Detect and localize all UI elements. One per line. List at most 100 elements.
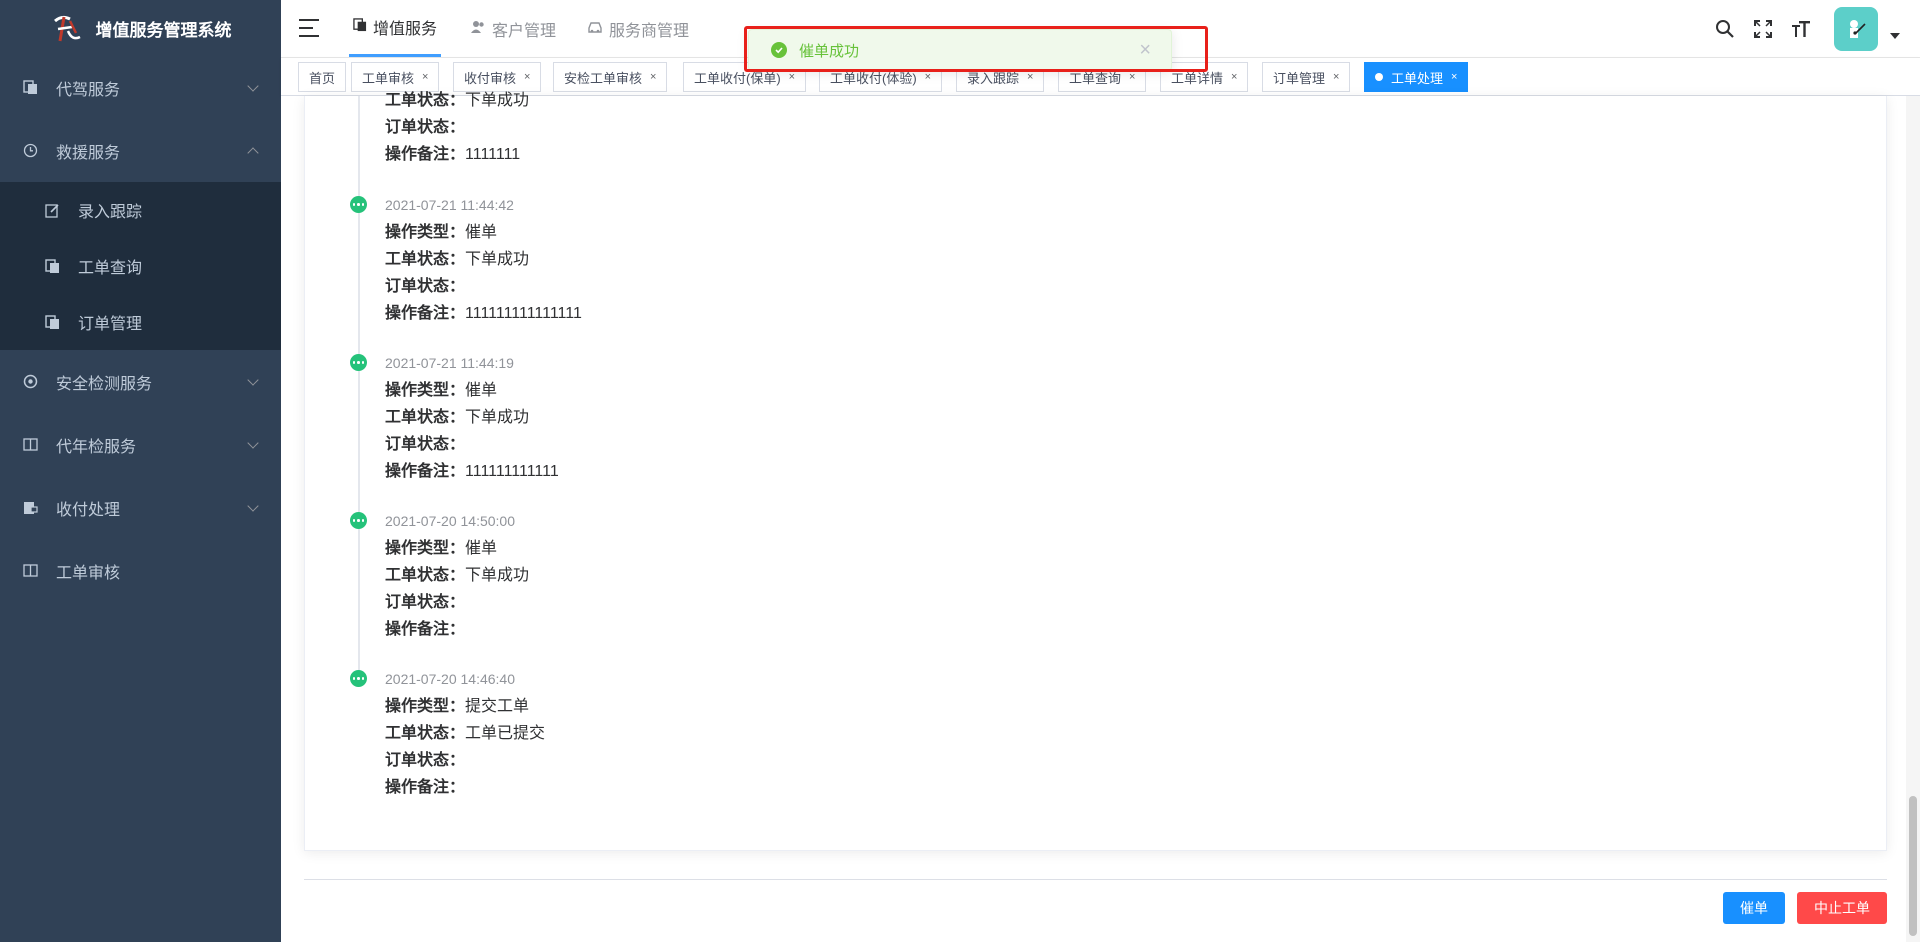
top-tab-label: 服务商管理: [609, 23, 690, 40]
submenu-item-gongdan-query[interactable]: 工单查询: [0, 238, 281, 294]
tag-anjian-shenhe[interactable]: 安检工单审核 ×: [553, 62, 668, 92]
tag-label: 工单审核: [362, 70, 415, 86]
timestamp: 2021-07-20 14:50:00: [385, 513, 515, 529]
order-status-row: 订单状态：: [385, 752, 466, 769]
timestamp: 2021-07-21 11:44:19: [385, 355, 514, 371]
annotation-highlight-box: [744, 26, 1208, 72]
op-type-row: 操作类型：催单: [385, 382, 498, 399]
submenu-item-order-manage[interactable]: 订单管理: [0, 294, 281, 350]
timeline-card: 工单状态：下单成功 订单状态： 操作备注：1111111 2021-07-21 …: [304, 92, 1887, 851]
submenu-item-label: 录入跟踪: [78, 204, 143, 221]
tag-order-manage[interactable]: 订单管理 ×: [1262, 62, 1351, 92]
sidebar-item-label: 工单审核: [56, 564, 121, 582]
app-title: 增值服务管理系统: [95, 20, 232, 40]
remark-row: 操作备注：111111111111: [385, 463, 559, 480]
sidebar-item-jiuyuan[interactable]: 救援服务: [0, 119, 281, 182]
chevron-down-icon: [247, 80, 259, 92]
sidebar-item-label: 收付处理: [56, 501, 121, 519]
scrollbar[interactable]: [1906, 96, 1920, 942]
ticket-status-row: 工单状态：下单成功: [385, 409, 530, 426]
tag-label: 收付审核: [464, 70, 517, 86]
chevron-down-icon: [247, 437, 259, 449]
submenu-item-luru[interactable]: 录入跟踪: [0, 182, 281, 238]
timeline-line: [358, 96, 360, 681]
main-content: 工单状态：下单成功 订单状态： 操作备注：1111111 2021-07-21 …: [281, 92, 1920, 942]
active-dot-icon: [1375, 73, 1383, 81]
top-tab-zengzhi[interactable]: 增值服务: [349, 0, 442, 57]
tag-gongdan-shenhe[interactable]: 工单审核 ×: [351, 62, 440, 92]
sidebar-item-label: 救援服务: [56, 144, 121, 162]
timestamp: 2021-07-21 11:44:42: [385, 197, 514, 213]
car-icon: [587, 20, 603, 39]
tag-gongdan-chuli[interactable]: 工单处理 ×: [1364, 62, 1469, 92]
fullscreen-icon[interactable]: [1744, 0, 1782, 58]
navbar-right: [1706, 0, 1920, 58]
sidebar-item-label: 代驾服务: [56, 81, 121, 99]
close-icon[interactable]: ×: [524, 71, 530, 83]
hamburger-icon[interactable]: [299, 19, 319, 37]
close-icon[interactable]: ×: [1451, 71, 1457, 83]
more-dots-icon: [350, 670, 367, 687]
sidebar-item-shoufu[interactable]: 收付处理: [0, 476, 281, 539]
font-size-icon[interactable]: [1782, 0, 1820, 58]
book-icon: [22, 437, 38, 453]
urge-button[interactable]: 催单: [1723, 892, 1785, 924]
timestamp: 2021-07-20 14:46:40: [385, 671, 515, 687]
more-dots-icon: [350, 354, 367, 371]
clock-icon: [22, 143, 38, 159]
submenu-item-label: 工单查询: [78, 260, 143, 277]
top-tab-provider[interactable]: 服务商管理: [587, 0, 689, 58]
order-status-row: 订单状态：: [385, 278, 466, 295]
close-icon[interactable]: ×: [1129, 71, 1135, 83]
footer-divider: [304, 879, 1887, 880]
remark-row: 操作备注：111111111111111: [385, 305, 582, 322]
caret-down-icon[interactable]: [1890, 33, 1900, 39]
copy-icon: [44, 258, 60, 274]
order-status-row: 订单状态：: [385, 594, 466, 611]
search-icon[interactable]: [1706, 0, 1744, 58]
tag-shoufu-shenhe[interactable]: 收付审核 ×: [453, 62, 542, 92]
close-icon[interactable]: ×: [1333, 71, 1339, 83]
tag-label: 首页: [309, 70, 336, 86]
chevron-down-icon: [247, 500, 259, 512]
logo-icon: [53, 15, 81, 42]
copy-icon: [44, 314, 60, 330]
stop-ticket-button[interactable]: 中止工单: [1797, 892, 1887, 924]
remark-row: 操作备注：1111111: [385, 146, 521, 163]
op-type-row: 操作类型：提交工单: [385, 698, 530, 715]
close-icon[interactable]: ×: [1231, 71, 1237, 83]
tag-home[interactable]: 首页: [298, 62, 347, 92]
close-icon[interactable]: ×: [789, 71, 795, 83]
more-dots-icon: [350, 512, 367, 529]
close-icon[interactable]: ×: [650, 71, 656, 83]
close-icon[interactable]: ×: [1027, 71, 1033, 83]
sidebar-item-label: 代年检服务: [56, 438, 137, 456]
submenu-item-label: 订单管理: [78, 316, 143, 333]
sidebar-item-nianjian[interactable]: 代年检服务: [0, 413, 281, 476]
scrollbar-thumb[interactable]: [1909, 796, 1917, 936]
top-tab-label: 客户管理: [492, 23, 557, 40]
ticket-status-row: 工单状态：下单成功: [385, 251, 530, 268]
ticket-status-row: 工单状态：下单成功: [385, 567, 530, 584]
order-status-row: 订单状态：: [385, 436, 466, 453]
close-icon[interactable]: ×: [925, 71, 931, 83]
book-icon: [22, 563, 38, 579]
sidebar-item-gongdan-shenhe[interactable]: 工单审核: [0, 539, 281, 602]
sidebar: 增值服务管理系统 代驾服务 救援服务 录入跟踪 工单查询 订单管理 安全检测服务…: [0, 0, 281, 942]
ticket-status-row: 工单状态：下单成功: [385, 92, 530, 109]
more-dots-icon: [350, 196, 367, 213]
close-icon[interactable]: ×: [422, 71, 428, 83]
top-tab-label: 增值服务: [373, 21, 438, 38]
wallet-icon: [22, 500, 38, 516]
aperture-icon: [22, 374, 38, 390]
avatar[interactable]: [1834, 7, 1878, 51]
edit-icon: [44, 202, 60, 218]
ticket-status-row: 工单状态：工单已提交: [385, 725, 546, 742]
sidebar-item-anjian[interactable]: 安全检测服务: [0, 350, 281, 413]
copy-icon: [22, 80, 38, 96]
tag-label: 工单处理: [1391, 70, 1444, 86]
sidebar-item-daijia[interactable]: 代驾服务: [0, 56, 281, 119]
order-status-row: 订单状态：: [385, 119, 466, 136]
logo: 增值服务管理系统: [0, 0, 281, 56]
top-tab-customer[interactable]: 客户管理: [471, 0, 556, 58]
